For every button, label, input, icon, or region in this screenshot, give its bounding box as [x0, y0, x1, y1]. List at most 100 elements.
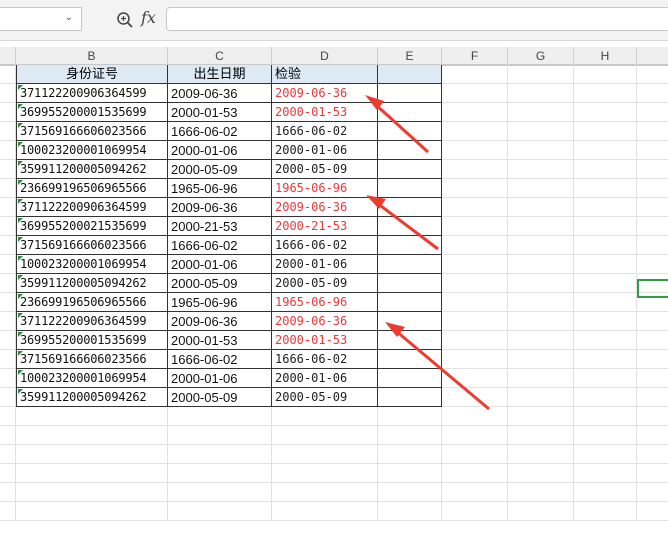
id-number-cell[interactable]: 100023200001069954 — [16, 255, 168, 274]
cell[interactable] — [378, 483, 442, 502]
cell[interactable] — [272, 426, 378, 445]
check-cell[interactable]: 2000-01-06 — [272, 369, 378, 388]
cell[interactable] — [0, 198, 16, 217]
cell[interactable] — [442, 236, 508, 255]
cell[interactable] — [442, 84, 508, 103]
id-number-cell[interactable]: 371122200906364599 — [16, 84, 168, 103]
empty-table-cell[interactable] — [378, 84, 442, 103]
cell[interactable] — [574, 179, 637, 198]
check-cell[interactable]: 1666-06-02 — [272, 236, 378, 255]
birth-date-cell[interactable]: 2009-06-36 — [168, 312, 272, 331]
cell[interactable] — [637, 312, 668, 331]
cell[interactable] — [574, 445, 637, 464]
cell[interactable] — [442, 103, 508, 122]
chevron-down-icon[interactable]: ⌄ — [65, 12, 73, 23]
cell[interactable] — [272, 483, 378, 502]
cell[interactable] — [378, 407, 442, 426]
cell[interactable] — [0, 426, 16, 445]
id-number-cell[interactable]: 371569166606023566 — [16, 122, 168, 141]
cell[interactable] — [508, 65, 574, 84]
cell[interactable] — [637, 388, 668, 407]
cell[interactable] — [574, 141, 637, 160]
id-number-cell[interactable]: 371122200906364599 — [16, 312, 168, 331]
cell[interactable] — [508, 445, 574, 464]
cell[interactable] — [574, 122, 637, 141]
cell[interactable] — [508, 198, 574, 217]
cell[interactable] — [0, 122, 16, 141]
cell[interactable] — [574, 502, 637, 521]
cell[interactable] — [574, 369, 637, 388]
cell[interactable] — [508, 369, 574, 388]
table-header-cell[interactable]: 检验 — [272, 65, 378, 84]
birth-date-cell[interactable]: 2000-01-53 — [168, 103, 272, 122]
check-cell[interactable]: 2000-01-06 — [272, 255, 378, 274]
id-number-cell[interactable]: 369955200021535699 — [16, 217, 168, 236]
cell[interactable] — [168, 483, 272, 502]
cell[interactable] — [442, 350, 508, 369]
cell[interactable] — [574, 65, 637, 84]
cell[interactable] — [442, 179, 508, 198]
birth-date-cell[interactable]: 2000-21-53 — [168, 217, 272, 236]
cell[interactable] — [442, 312, 508, 331]
cell[interactable] — [442, 445, 508, 464]
cell[interactable] — [168, 407, 272, 426]
empty-table-cell[interactable] — [378, 122, 442, 141]
empty-table-cell[interactable] — [378, 103, 442, 122]
cell[interactable] — [574, 160, 637, 179]
column-header-h[interactable]: H — [574, 47, 637, 65]
cell[interactable] — [508, 312, 574, 331]
check-cell[interactable]: 2000-05-09 — [272, 160, 378, 179]
cell[interactable] — [508, 426, 574, 445]
cell[interactable] — [442, 369, 508, 388]
cell[interactable] — [0, 217, 16, 236]
empty-table-cell[interactable] — [378, 217, 442, 236]
column-header-c[interactable]: C — [168, 47, 272, 65]
cell[interactable] — [16, 407, 168, 426]
cell[interactable] — [442, 141, 508, 160]
cell[interactable] — [637, 198, 668, 217]
table-header-cell[interactable]: 身份证号 — [16, 65, 168, 84]
cell[interactable] — [574, 350, 637, 369]
cell[interactable] — [442, 122, 508, 141]
cell[interactable] — [508, 331, 574, 350]
cell[interactable] — [0, 369, 16, 388]
id-number-cell[interactable]: 359911200005094262 — [16, 160, 168, 179]
cell[interactable] — [508, 502, 574, 521]
cell[interactable] — [637, 464, 668, 483]
empty-table-cell[interactable] — [378, 179, 442, 198]
birth-date-cell[interactable]: 2000-01-06 — [168, 369, 272, 388]
cell[interactable] — [574, 217, 637, 236]
cell[interactable] — [508, 103, 574, 122]
cell[interactable] — [0, 388, 16, 407]
check-cell[interactable]: 2009-06-36 — [272, 198, 378, 217]
check-cell[interactable]: 1965-06-96 — [272, 293, 378, 312]
cell[interactable] — [637, 141, 668, 160]
cell[interactable] — [574, 388, 637, 407]
empty-table-cell[interactable] — [378, 350, 442, 369]
cell[interactable] — [508, 255, 574, 274]
cell[interactable] — [0, 350, 16, 369]
check-cell[interactable]: 2009-06-36 — [272, 312, 378, 331]
empty-table-cell[interactable] — [378, 274, 442, 293]
cell[interactable] — [508, 407, 574, 426]
cell[interactable] — [442, 426, 508, 445]
cell[interactable] — [442, 65, 508, 84]
cell[interactable] — [574, 274, 637, 293]
id-number-cell[interactable]: 369955200001535699 — [16, 103, 168, 122]
cell[interactable] — [0, 464, 16, 483]
cell[interactable] — [508, 84, 574, 103]
empty-table-cell[interactable] — [378, 255, 442, 274]
cell[interactable] — [378, 502, 442, 521]
cell[interactable] — [637, 65, 668, 84]
cell[interactable] — [272, 445, 378, 464]
id-number-cell[interactable]: 236699196506965566 — [16, 179, 168, 198]
cell[interactable] — [0, 331, 16, 350]
check-cell[interactable]: 2000-01-53 — [272, 103, 378, 122]
check-cell[interactable]: 1666-06-02 — [272, 350, 378, 369]
table-header-cell[interactable]: 出生日期 — [168, 65, 272, 84]
birth-date-cell[interactable]: 1965-06-96 — [168, 293, 272, 312]
cell[interactable] — [574, 103, 637, 122]
table-header-cell[interactable] — [378, 65, 442, 84]
birth-date-cell[interactable]: 2000-05-09 — [168, 274, 272, 293]
id-number-cell[interactable]: 359911200005094262 — [16, 274, 168, 293]
